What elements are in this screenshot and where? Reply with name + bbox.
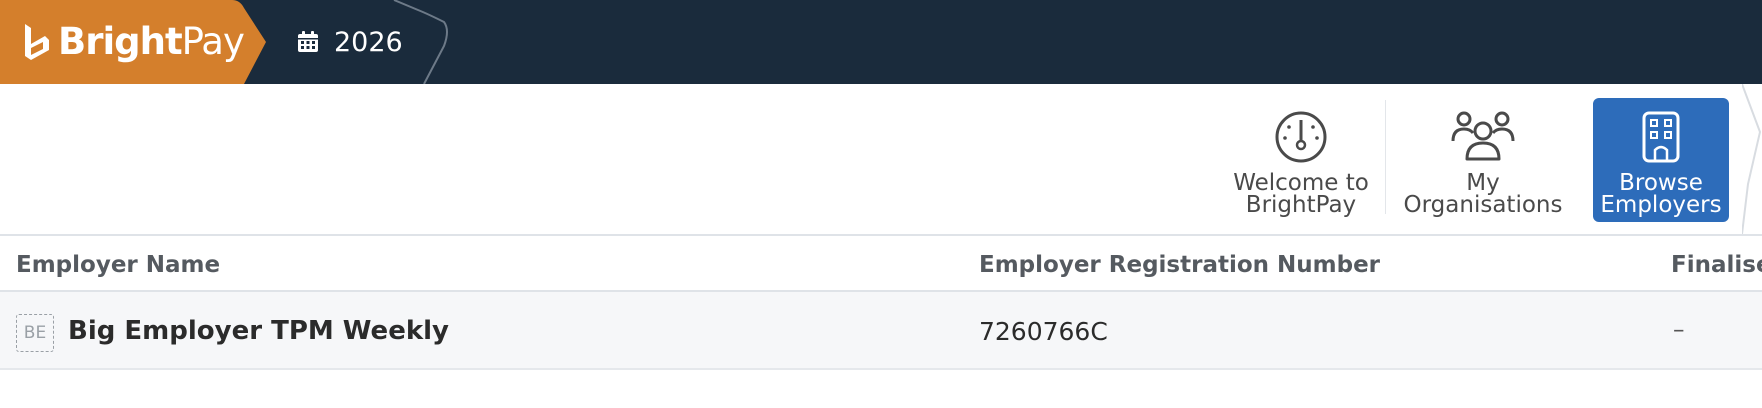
year-tab[interactable]: 2026 — [296, 24, 403, 60]
people-group-icon — [1450, 104, 1516, 170]
table-row[interactable]: BE Big Employer TPM Weekly 7260766C – — [0, 292, 1762, 370]
calendar-icon — [298, 31, 318, 52]
top-bar: BrightPay 2026 — [0, 0, 1762, 84]
column-header-registration-number[interactable]: Employer Registration Number — [979, 252, 1380, 278]
welcome-button[interactable]: Welcome to BrightPay — [1230, 98, 1372, 222]
clock-dial-icon — [1274, 104, 1328, 170]
employer-avatar: BE — [16, 314, 54, 352]
column-header-finalised[interactable]: Finalised — [1671, 252, 1762, 278]
toolbar-scroll-chevron[interactable] — [1742, 84, 1762, 234]
brand-name-light: Pay — [181, 20, 245, 63]
brightpay-logo-tab[interactable]: BrightPay — [0, 0, 268, 84]
my-organisations-label: My Organisations — [1403, 170, 1563, 218]
browse-employers-label: Browse Employers — [1600, 170, 1722, 218]
employer-finalised: – — [1673, 317, 1685, 343]
browse-employers-button[interactable]: Browse Employers — [1593, 98, 1729, 222]
brand-name: BrightPay — [58, 20, 245, 63]
toolbar-separator — [1385, 100, 1386, 214]
my-organisations-button[interactable]: My Organisations — [1400, 98, 1566, 222]
employer-name: Big Employer TPM Weekly — [68, 316, 449, 346]
toolbar: Welcome to BrightPay My Organisations Br… — [0, 84, 1762, 236]
column-header-employer-name[interactable]: Employer Name — [16, 252, 220, 278]
employer-registration-number: 7260766C — [979, 317, 1108, 346]
brand-name-bold: Bright — [58, 20, 183, 63]
brightpay-mark-icon — [25, 24, 49, 60]
welcome-label: Welcome to BrightPay — [1233, 170, 1369, 218]
tab-divider — [393, 0, 448, 84]
building-icon — [1641, 104, 1681, 170]
table-header: Employer Name Employer Registration Numb… — [0, 238, 1762, 292]
